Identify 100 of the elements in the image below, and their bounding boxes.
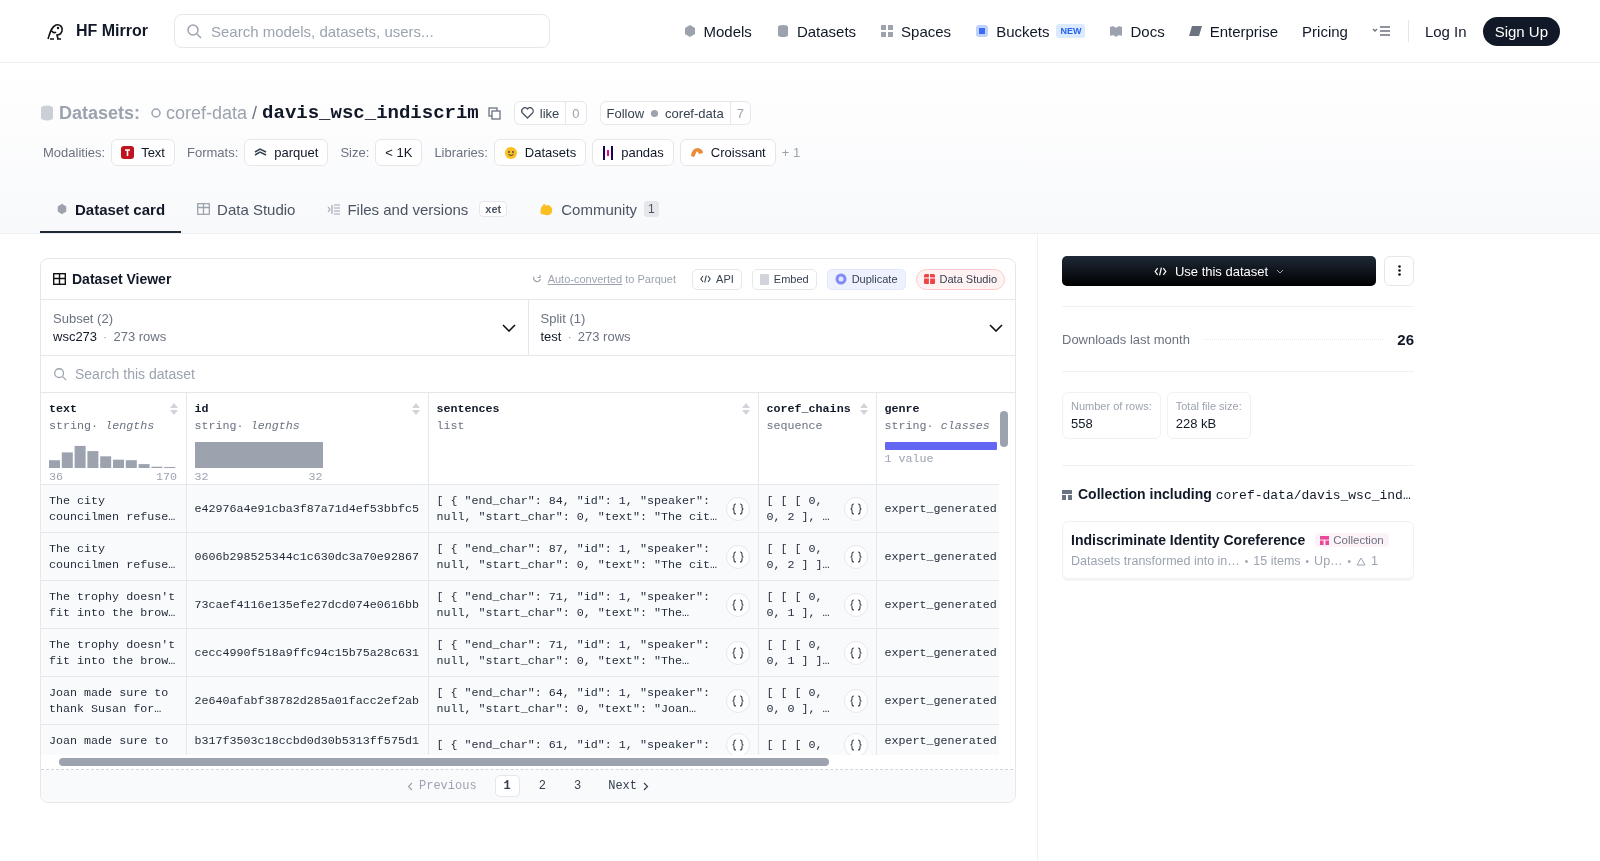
column-header[interactable]: text string· lengths 36 170 bbox=[41, 393, 186, 485]
nav-link[interactable]: Pricing bbox=[1302, 22, 1348, 40]
signup-button[interactable]: Sign Up bbox=[1482, 16, 1560, 46]
menu-icon[interactable] bbox=[1371, 25, 1392, 37]
collection-card[interactable]: Indiscriminate Identity Coreference Collection Datasets transformed into in… • 15 items • Up… • 1 bbox=[1062, 521, 1414, 579]
column-header[interactable]: genre string· classes 1 value bbox=[876, 393, 999, 485]
tag-chip[interactable]: Croissant bbox=[679, 139, 776, 166]
search-field[interactable]: Search models, datasets, users... bbox=[174, 14, 550, 48]
page-link[interactable]: 3 bbox=[565, 775, 591, 797]
like-button[interactable]: like 0 bbox=[513, 101, 587, 125]
login-link[interactable]: Log In bbox=[1424, 22, 1467, 40]
column-header[interactable]: sentences list bbox=[428, 393, 758, 485]
braces-icon[interactable] bbox=[843, 544, 868, 569]
tab[interactable]: Dataset card bbox=[40, 187, 182, 233]
braces-icon[interactable] bbox=[843, 688, 868, 713]
table-cell: expert_generated bbox=[884, 644, 997, 661]
table-cell: [ { "end_char": 84, "id": 1, "speaker": null, "start_char": 0, "text": "The cit… bbox=[436, 492, 718, 525]
tab[interactable]: Data Studio bbox=[181, 187, 312, 233]
document-icon bbox=[759, 273, 769, 285]
tag-chip[interactable]: pandas bbox=[592, 139, 674, 166]
braces-icon[interactable] bbox=[843, 496, 868, 521]
nav-link[interactable]: Spaces bbox=[880, 22, 952, 40]
dataset-name[interactable]: davis_wsc_indiscrim bbox=[262, 102, 479, 124]
braces-icon[interactable] bbox=[843, 733, 868, 755]
nav-link[interactable]: Datasets bbox=[775, 22, 857, 40]
column-header[interactable]: id string· lengths 32 32 bbox=[186, 393, 428, 485]
table-cell: b317f3503c18ccbd0d30b5313ff575d1 bbox=[194, 733, 419, 749]
page-link[interactable]: 1 bbox=[494, 775, 520, 797]
table-cell: e42976a4e91cba3f87a71d4ef53bbfc5 bbox=[194, 500, 419, 517]
org-icon bbox=[650, 108, 660, 118]
next-link[interactable]: Next bbox=[600, 779, 657, 793]
tab[interactable]: Files and versions xet bbox=[311, 187, 524, 233]
viewer-action-button[interactable]: Embed bbox=[751, 268, 817, 290]
table-cell: The city councilmen refuse… bbox=[49, 540, 176, 573]
tag-chip[interactable]: < 1K bbox=[375, 139, 423, 166]
database-icon bbox=[40, 105, 54, 121]
axis-label: 32 bbox=[194, 470, 209, 484]
tag-chip[interactable]: Datasets bbox=[493, 139, 587, 166]
braces-icon[interactable] bbox=[843, 640, 868, 665]
braces-icon[interactable] bbox=[725, 544, 750, 569]
table-cell: expert_generated bbox=[884, 733, 997, 749]
smiley-icon bbox=[503, 145, 518, 160]
table-cell-text: [ { "end_char": 64, "id": 1, "speaker": null, "start_char": 0, "text": "Joan… bbox=[436, 684, 712, 717]
layers-icon bbox=[254, 147, 268, 158]
braces-icon[interactable] bbox=[725, 688, 750, 713]
tag-chip[interactable]: parquet bbox=[244, 139, 329, 166]
table-cell: 2e640afabf38782d285a01facc2ef2ab bbox=[194, 692, 419, 709]
table-cell: cecc4990f518a9ffc94c15b75a28c631 bbox=[194, 644, 419, 661]
path-separator: / bbox=[252, 102, 258, 124]
kebab-icon bbox=[1397, 264, 1401, 276]
table-cell: [ [ [ 0, 0, 1 ] ]… bbox=[766, 636, 830, 669]
more-button[interactable] bbox=[1384, 256, 1414, 286]
braces-icon[interactable] bbox=[725, 640, 750, 665]
viewer-action-button[interactable]: Duplicate bbox=[826, 268, 906, 290]
bars-icon bbox=[602, 145, 615, 160]
xet-badge: xet bbox=[479, 201, 508, 217]
viewer-action-button[interactable]: API bbox=[692, 268, 742, 290]
book-icon bbox=[1109, 24, 1124, 38]
braces-icon[interactable] bbox=[843, 592, 868, 617]
chevron-down-icon bbox=[989, 323, 1003, 332]
use-dataset-button[interactable]: Use this dataset bbox=[1062, 256, 1377, 286]
column-header[interactable]: coref_chains sequence bbox=[758, 393, 876, 485]
downloads-label: Downloads last month bbox=[1062, 331, 1190, 347]
table-cell: [ [ [ 0, 0, 1 ], … bbox=[766, 588, 830, 621]
nav-link[interactable]: Buckets NEW bbox=[975, 22, 1086, 40]
table-cell: [ { "end_char": 87, "id": 1, "speaker": null, "start_char": 0, "text": "The cit… bbox=[436, 540, 718, 573]
downloads-count: 26 bbox=[1397, 330, 1414, 348]
table-cell: expert_generated bbox=[884, 692, 997, 709]
collection-heading: Collection including coref-data/davis_wsc_ind… bbox=[1078, 486, 1411, 503]
nav-link[interactable]: Docs bbox=[1109, 22, 1165, 40]
dataset-search-field[interactable]: Search this dataset bbox=[41, 356, 1015, 392]
table-cell: [ [ [ 0, 0, 2 ], … bbox=[766, 492, 830, 525]
table-icon bbox=[923, 274, 935, 284]
list-icon bbox=[327, 203, 341, 215]
nav-link[interactable]: Models bbox=[682, 22, 752, 40]
tab[interactable]: Community 1 bbox=[523, 187, 675, 233]
copy-icon[interactable] bbox=[487, 106, 501, 120]
collection-badge: Collection bbox=[1315, 533, 1389, 547]
table-cell-text: [ { "end_char": 71, "id": 1, "speaker": null, "start_char": 0, "text": "The… bbox=[436, 636, 712, 669]
subset-dropdown[interactable]: Subset (2) wsc273 · 273 rows bbox=[41, 300, 528, 355]
search-icon bbox=[53, 367, 67, 381]
table-icon bbox=[53, 273, 66, 285]
axis-label: 170 bbox=[155, 470, 177, 484]
follow-button[interactable]: Follow coref-data 7 bbox=[599, 101, 751, 125]
page-link[interactable]: 2 bbox=[529, 775, 555, 797]
tag-chip[interactable]: Text bbox=[111, 139, 175, 166]
table-cell: 73caef4116e135efe27dcd074e0616bb bbox=[194, 596, 419, 613]
table-cell: The trophy doesn't fit into the brow… bbox=[49, 636, 176, 669]
braces-icon[interactable] bbox=[725, 733, 750, 755]
table-cell: The city councilmen refuse… bbox=[49, 492, 176, 525]
viewer-action-button[interactable]: Data Studio bbox=[915, 268, 1005, 290]
brand-name[interactable]: HF Mirror bbox=[76, 22, 148, 40]
nav-link[interactable]: Enterprise bbox=[1188, 22, 1279, 40]
class-count-label: 1 value bbox=[884, 452, 934, 466]
braces-icon[interactable] bbox=[725, 496, 750, 521]
upvote-icon bbox=[1356, 556, 1367, 566]
braces-icon[interactable] bbox=[725, 592, 750, 617]
subset-dropdown[interactable]: Split (1) test · 273 rows bbox=[527, 300, 1015, 355]
table-cell: [ [ [ 0, 0, 0 ], … bbox=[766, 684, 830, 717]
table-cell: [ [ [ 0, 0, 2 ] ]… bbox=[766, 540, 830, 573]
